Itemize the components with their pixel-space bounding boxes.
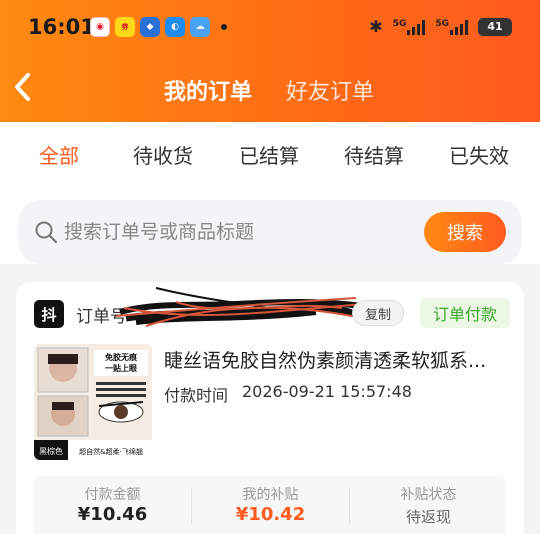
search-box: 搜索 [18, 200, 522, 264]
status-bar: 16:01 ◉ 券 ◆ ◐ ☁ ✱ 5G 5G 41 [0, 0, 540, 56]
weibo-icon: ◉ [90, 17, 110, 37]
my-subsidy: 我的补贴 ¥10.42 [192, 476, 349, 534]
signal-2-icon: 5G [435, 19, 468, 35]
redaction-scribble [116, 287, 365, 327]
search-section: 搜索 [0, 184, 540, 264]
filter-tab-all[interactable]: 全部 [39, 140, 79, 169]
search-input[interactable] [64, 218, 404, 246]
back-button[interactable] [12, 72, 38, 108]
filter-tab-settled[interactable]: 已结算 [239, 140, 299, 169]
pay-time-label: 付款时间 [164, 386, 229, 405]
filter-tab-expired[interactable]: 已失效 [449, 140, 509, 169]
clock: 16:01 [28, 15, 95, 39]
bluetooth-icon: ✱ [369, 17, 383, 36]
battery-icon: 41 [478, 17, 512, 36]
image-text-feature: 超自然&超柔·飞绵翘 [79, 447, 143, 456]
payment-amount-label: 付款金额 [84, 487, 141, 503]
copy-button[interactable]: 复制 [352, 300, 404, 326]
filter-tab-awaiting-receipt[interactable]: 待收货 [133, 140, 193, 169]
signal-2-label: 5G [435, 18, 449, 29]
signal-1-icon: 5G [393, 19, 426, 35]
tab-my-orders[interactable]: 我的订单 [164, 74, 252, 106]
game-app-icon: ◆ [140, 17, 160, 37]
my-subsidy-value: ¥10.42 [235, 504, 306, 525]
payment-amount: 付款金额 ¥10.46 [34, 476, 191, 534]
signal-1-label: 5G [392, 18, 407, 29]
order-card[interactable]: 抖 订单号 复制 订单付款 免胶无痕 一贴上眼 黑棕色 超自然&超柔·飞绵翘 睫… [16, 282, 524, 534]
search-button[interactable]: 搜索 [424, 212, 506, 252]
subsidy-status-label: 补贴状态 [400, 487, 457, 503]
image-text-color: 黑棕色 [39, 446, 63, 456]
filter-tabs: 全部 待收货 已结算 待结算 已失效 [0, 122, 540, 184]
header-bar: 16:01 ◉ 券 ◆ ◐ ☁ ✱ 5G 5G 41 我的订单 好友订单 [0, 0, 540, 122]
my-subsidy-label: 我的补贴 [242, 487, 299, 503]
product-image[interactable]: 免胶无痕 一贴上眼 黑棕色 超自然&超柔·飞绵翘 [34, 344, 152, 460]
compass-app-icon: ◐ [165, 17, 185, 37]
battery-level: 41 [487, 20, 503, 33]
product-image-art: 免胶无痕 一贴上眼 黑棕色 超自然&超柔·飞绵翘 [34, 344, 152, 460]
order-summary: 付款金额 ¥10.46 我的补贴 ¥10.42 补贴状态 待返现 [34, 476, 506, 534]
product-title[interactable]: 睫丝语免胶自然伪素颜清透柔软狐系... [164, 346, 510, 373]
subsidy-status-value: 待返现 [405, 508, 451, 526]
coupon-app-icon: 券 [115, 17, 135, 37]
notification-icons: ◉ 券 ◆ ◐ ☁ [90, 17, 227, 37]
douyin-logo-icon: 抖 [34, 300, 64, 328]
filter-tab-pending-settlement[interactable]: 待结算 [344, 140, 404, 169]
payment-amount-value: ¥10.46 [77, 504, 148, 525]
system-icons: ✱ 5G 5G 41 [369, 17, 512, 36]
subsidy-status: 补贴状态 待返现 [350, 476, 507, 534]
svg-text:免胶无痕: 免胶无痕 [105, 352, 138, 362]
search-icon [35, 221, 58, 244]
order-status-badge: 订单付款 [420, 298, 510, 328]
more-dot-icon [221, 24, 227, 30]
tab-friend-orders[interactable]: 好友订单 [286, 74, 374, 106]
cloud-app-icon: ☁ [190, 17, 210, 37]
svg-text:一贴上眼: 一贴上眼 [105, 363, 137, 373]
pay-time-value: 2026-09-21 15:57:48 [242, 382, 412, 401]
chevron-left-icon [15, 73, 30, 101]
